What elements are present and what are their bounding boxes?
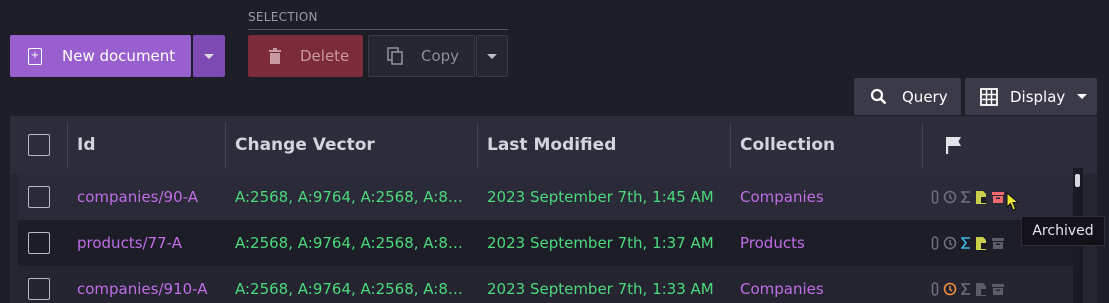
- row-checkbox-cell: [28, 266, 50, 303]
- copy-button[interactable]: Copy: [368, 35, 475, 77]
- selection-label: SELECTION: [248, 10, 318, 24]
- table-row[interactable]: companies/910-A A:2568, A:9764, A:2568, …: [18, 266, 1083, 303]
- scrollbar-thumb[interactable]: [1075, 174, 1080, 187]
- mouse-cursor-icon: [1006, 192, 1020, 211]
- display-label: Display: [1010, 87, 1066, 106]
- table-row[interactable]: products/77-A A:2568, A:9764, A:2568, A:…: [18, 220, 1083, 266]
- new-document-label: New document: [62, 47, 176, 65]
- new-document-button[interactable]: + New document: [10, 35, 191, 77]
- document-id-link[interactable]: products/77-A: [77, 220, 182, 266]
- attachment-icon: [931, 190, 939, 204]
- chevron-down-icon: [1077, 94, 1088, 99]
- copy-label: Copy: [421, 47, 460, 65]
- column-divider: [730, 122, 731, 168]
- attachment-icon: [931, 282, 939, 296]
- query-button[interactable]: Query: [854, 78, 961, 115]
- column-divider: [67, 122, 68, 168]
- chevron-down-icon: [487, 53, 497, 59]
- attachment-icon: [931, 236, 939, 250]
- copy-icon: [387, 47, 403, 65]
- row-checkbox-cell: [28, 174, 50, 220]
- documents-grid: Id Change Vector Last Modified Collectio…: [10, 116, 1097, 303]
- column-divider: [225, 122, 226, 168]
- archived-icon: [992, 237, 1004, 249]
- revisions-icon: [943, 190, 957, 204]
- change-vector-cell: A:2568, A:9764, A:2568, A:88…: [235, 234, 470, 252]
- row-checkbox[interactable]: [28, 278, 50, 300]
- revisions-icon: [943, 282, 957, 296]
- display-button[interactable]: Display: [965, 78, 1097, 115]
- flag-icon: [946, 137, 961, 154]
- column-divider: [477, 122, 478, 168]
- select-all-checkbox[interactable]: [28, 134, 50, 156]
- column-header-change-vector[interactable]: Change Vector: [235, 116, 375, 174]
- chevron-down-icon: [204, 53, 214, 59]
- flags-column-header[interactable]: [944, 116, 964, 174]
- new-document-icon: +: [28, 47, 42, 65]
- last-modified-cell: 2023 September 7th, 1:37 AM: [487, 234, 714, 252]
- copy-dropdown-button[interactable]: [476, 35, 508, 77]
- table-icon: [980, 87, 998, 106]
- grid-header: Id Change Vector Last Modified Collectio…: [10, 116, 1097, 174]
- last-modified-cell: 2023 September 7th, 1:45 AM: [487, 188, 714, 206]
- column-header-id[interactable]: Id: [77, 116, 96, 174]
- document-flags: [931, 266, 1005, 303]
- column-header-last-modified[interactable]: Last Modified: [487, 116, 616, 174]
- collection-link[interactable]: Companies: [740, 266, 824, 303]
- table-row[interactable]: companies/90-A A:2568, A:9764, A:2568, A…: [18, 174, 1083, 220]
- select-all-checkbox-cell: [28, 116, 50, 174]
- document-id-link[interactable]: companies/910-A: [77, 266, 208, 303]
- archived-icon: [992, 191, 1004, 203]
- delete-label: Delete: [300, 47, 350, 65]
- query-label: Query: [902, 87, 948, 106]
- time-series-icon: [976, 236, 986, 250]
- archived-tooltip: Archived: [1021, 216, 1105, 246]
- counters-icon: [961, 191, 970, 203]
- counters-icon: [961, 283, 970, 295]
- document-flags: [931, 174, 1005, 220]
- trash-icon: [269, 48, 281, 64]
- counters-icon: [961, 237, 970, 249]
- change-vector-cell: A:2568, A:9764, A:2568, A:88…: [235, 280, 470, 298]
- archived-icon: [992, 283, 1004, 295]
- search-icon: [870, 88, 887, 105]
- row-checkbox-cell: [28, 220, 50, 266]
- revisions-icon: [943, 236, 957, 250]
- document-id-link[interactable]: companies/90-A: [77, 174, 198, 220]
- row-checkbox[interactable]: [28, 186, 50, 208]
- new-document-dropdown-button[interactable]: [193, 35, 225, 77]
- time-series-icon: [976, 282, 986, 296]
- delete-button[interactable]: Delete: [248, 35, 363, 77]
- time-series-icon: [976, 190, 986, 204]
- column-divider: [922, 122, 923, 168]
- column-header-collection[interactable]: Collection: [740, 116, 835, 174]
- change-vector-cell: A:2568, A:9764, A:2568, A:88…: [235, 188, 470, 206]
- last-modified-cell: 2023 September 7th, 1:33 AM: [487, 280, 714, 298]
- document-flags: [931, 220, 1005, 266]
- collection-link[interactable]: Companies: [740, 174, 824, 220]
- row-checkbox[interactable]: [28, 232, 50, 254]
- collection-link[interactable]: Products: [740, 220, 805, 266]
- selection-divider: [248, 29, 508, 30]
